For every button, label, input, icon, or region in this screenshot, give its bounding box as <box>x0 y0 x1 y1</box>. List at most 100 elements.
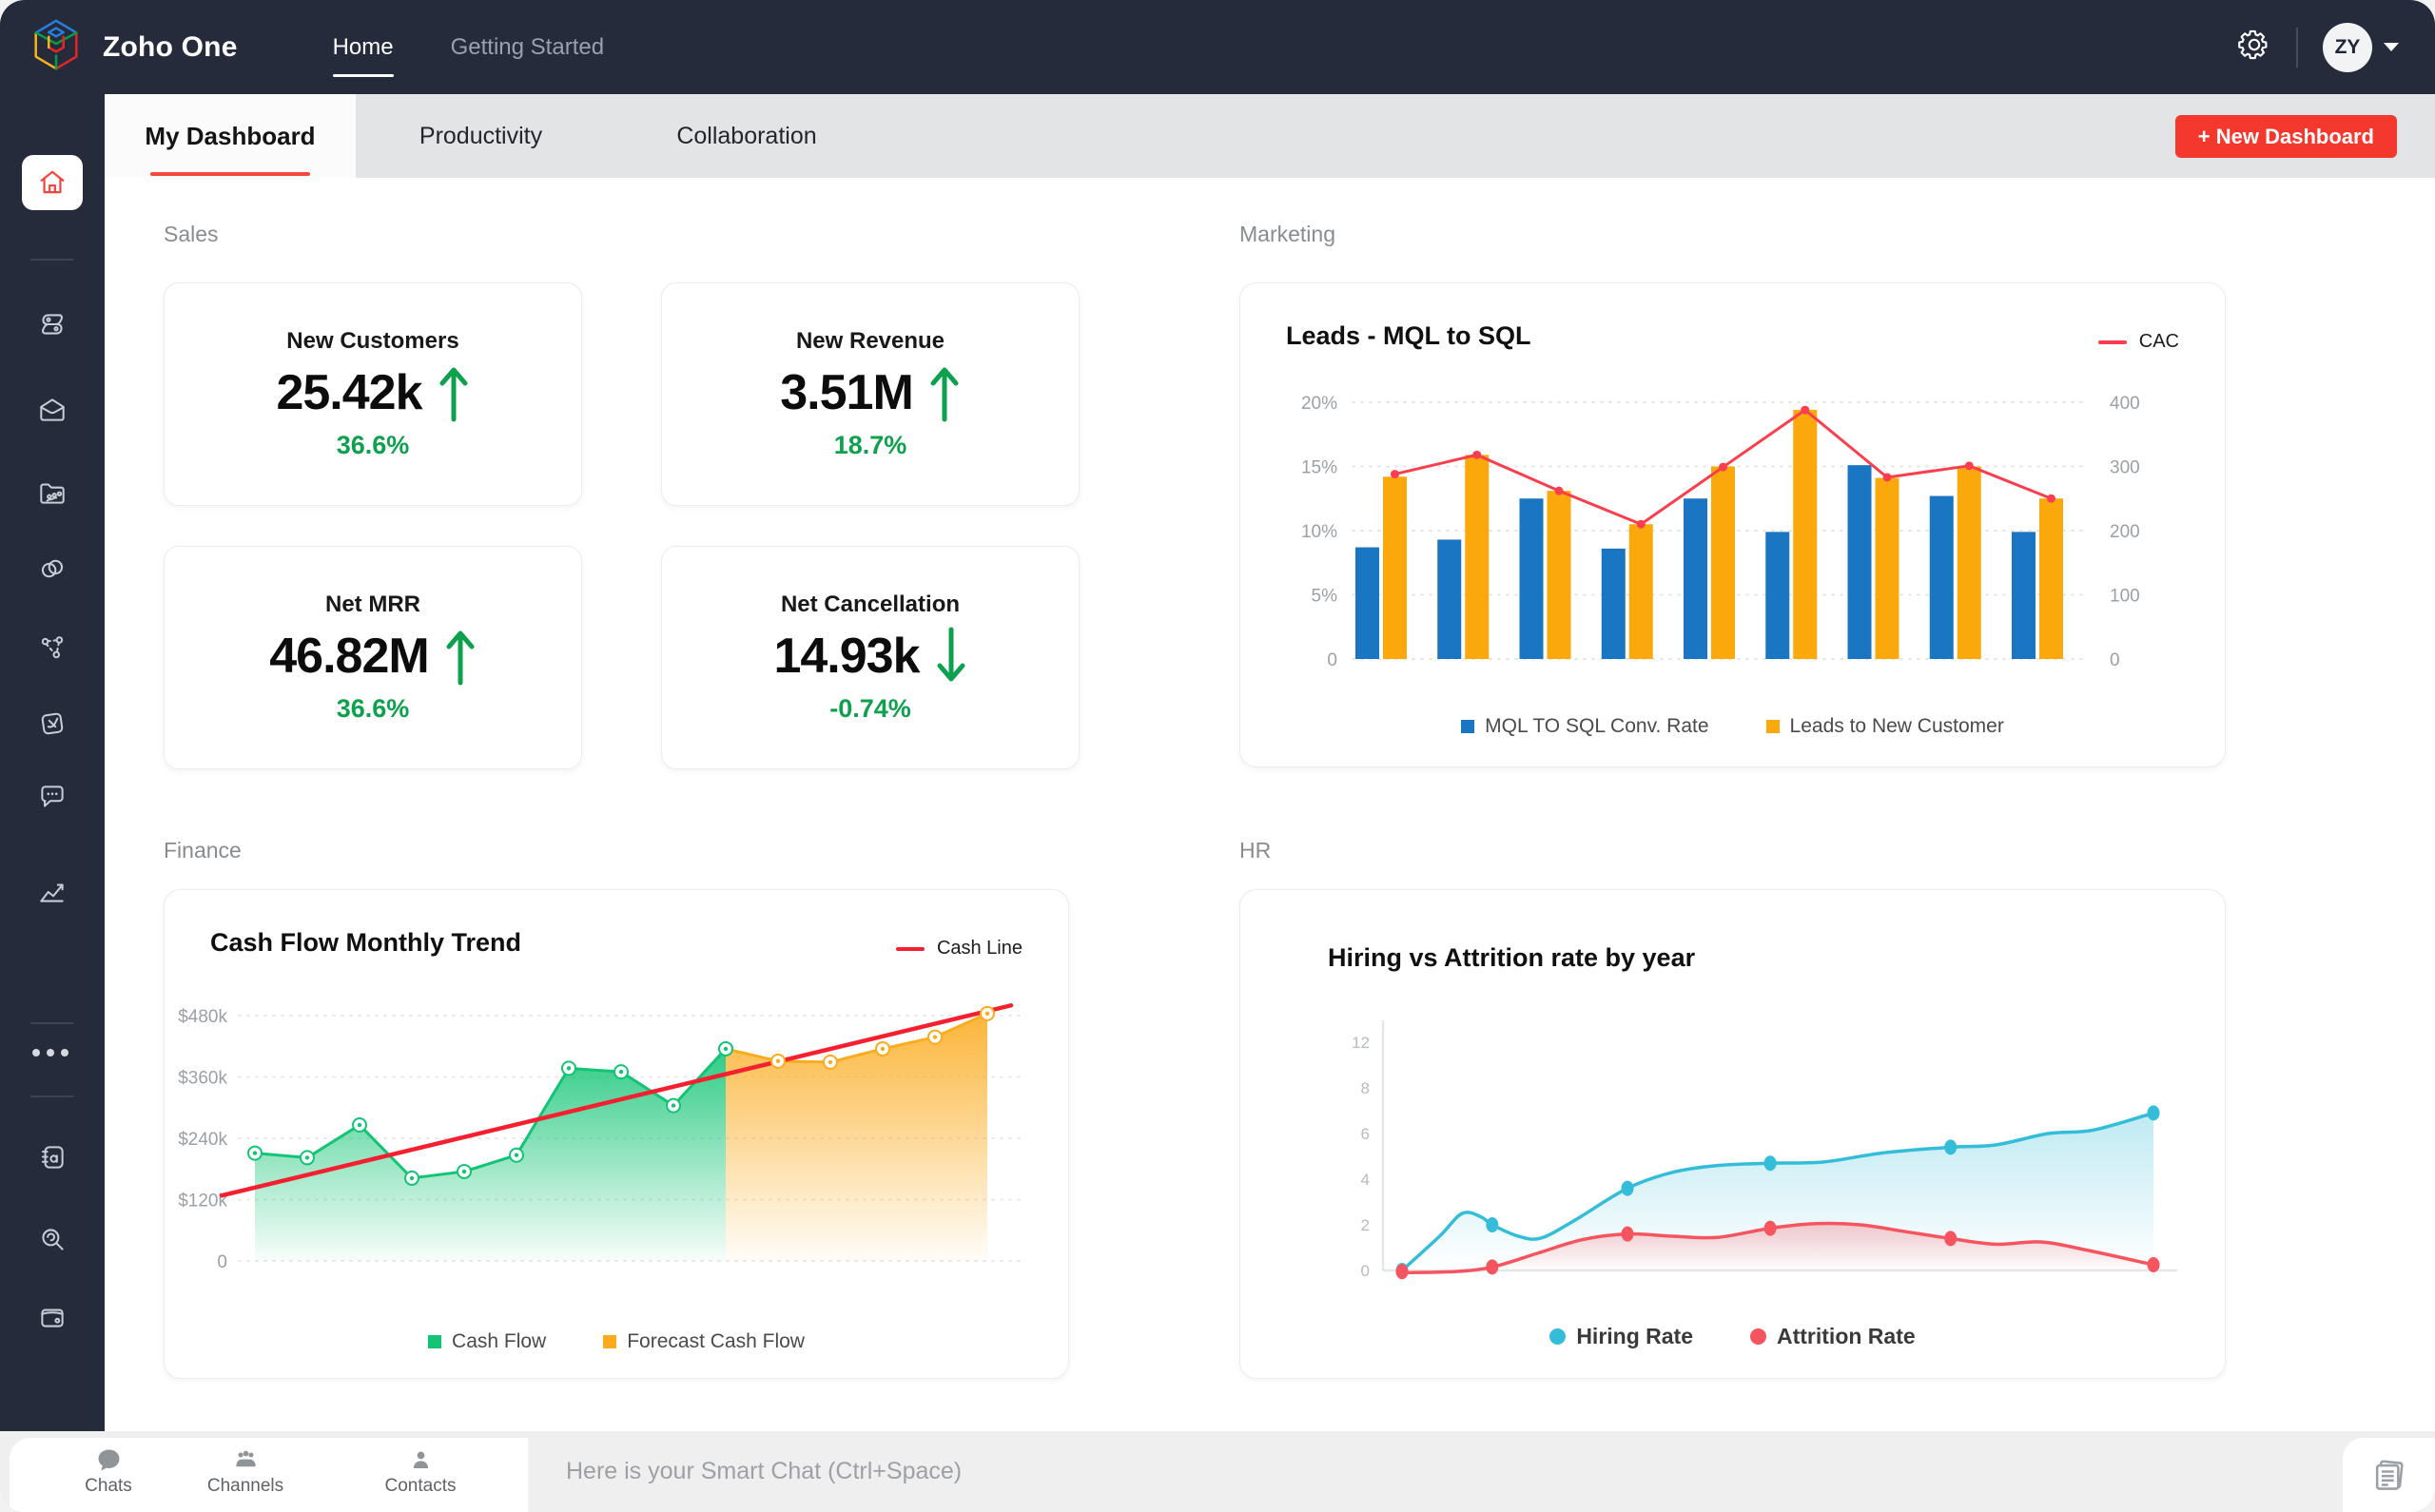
sales-section-label: Sales <box>164 222 219 246</box>
chat-docs-panel[interactable] <box>2343 1438 2435 1512</box>
sidebar-item-expense[interactable] <box>36 1301 68 1333</box>
sidebar-item-home[interactable] <box>22 155 83 210</box>
leads-chart-legend: MQL TO SQL Conv. Rate Leads to New Custo… <box>1240 715 2225 738</box>
chats-icon <box>98 1449 119 1471</box>
kpi-card-new-revenue[interactable]: New Revenue 3.51M 18.7% <box>661 282 1080 506</box>
legend-swatch <box>428 1335 442 1348</box>
hr-chart-card: Hiring vs Attrition rate by year 12 8 6 4 2 0… <box>1239 889 2226 1379</box>
leads-chart-card: Leads - MQL to SQL CAC 20% 400 15% 300 10% 20… <box>1239 282 2226 767</box>
svg-text:300: 300 <box>2110 458 2140 478</box>
sidebar-divider <box>30 1095 74 1097</box>
sign-icon <box>41 712 64 735</box>
kpi-title: Net MRR <box>325 591 420 617</box>
svg-text:$360k: $360k <box>178 1069 227 1089</box>
svg-text:$240k: $240k <box>178 1130 227 1150</box>
tab-my-dashboard[interactable]: My Dashboard <box>105 94 356 178</box>
sidebar-item-sign[interactable] <box>36 708 68 740</box>
rings-icon <box>41 559 64 578</box>
legend-swatch <box>1750 1328 1766 1345</box>
legend-swatch <box>603 1335 617 1348</box>
kpi-value: 25.42k <box>276 365 422 420</box>
sidebar-more-ellipsis-icon[interactable] <box>32 1049 68 1056</box>
svg-text:12: 12 <box>1352 1034 1370 1052</box>
avatar[interactable]: ZY <box>2323 22 2372 72</box>
arrow-up-icon <box>439 367 468 422</box>
sidebar-item-cliq[interactable] <box>36 781 68 813</box>
svg-text:200: 200 <box>2110 522 2140 542</box>
sidebar-item-crm[interactable] <box>36 308 68 340</box>
kpi-change: 18.7% <box>833 431 907 459</box>
app-sidebar <box>0 94 105 1431</box>
finance-section-label: Finance <box>164 838 242 863</box>
tab-productivity[interactable]: Productivity <box>374 94 588 178</box>
sidebar-item-zoho-one[interactable] <box>36 552 68 585</box>
legend-swatch <box>1461 720 1475 733</box>
kpi-change: 36.6% <box>336 431 410 459</box>
cashflow-chart-card: Cash Flow Monthly Trend Cash Line $480k $… <box>164 889 1069 1379</box>
analytics-icon <box>40 883 64 902</box>
app-title: Zoho One <box>103 30 238 63</box>
hr-chart-legend: Hiring Rate Attrition Rate <box>1240 1324 2225 1349</box>
marketing-section-label: Marketing <box>1239 222 1335 246</box>
contacts-button[interactable]: Contacts <box>363 1447 477 1497</box>
network-icon <box>41 636 64 659</box>
svg-text:6: 6 <box>1361 1125 1370 1143</box>
top-navigation: Home Getting Started <box>332 34 604 77</box>
active-tab-underline <box>150 172 310 176</box>
kpi-value: 46.82M <box>269 629 429 684</box>
svg-text:20%: 20% <box>1301 394 1337 414</box>
cash-line-legend: Cash Line <box>895 938 1023 960</box>
nav-home[interactable]: Home <box>332 34 394 77</box>
hr-line-chart: 12 8 6 4 2 0 <box>1352 1020 2177 1280</box>
sidebar-item-mail[interactable] <box>36 394 68 426</box>
arrow-down-icon <box>937 627 965 682</box>
svg-text:4: 4 <box>1361 1171 1370 1189</box>
settings-gear-icon[interactable] <box>2237 28 2271 67</box>
channels-icon <box>235 1450 256 1467</box>
kpi-card-new-customers[interactable]: New Customers 25.42k 36.6% <box>164 282 582 506</box>
svg-text:8: 8 <box>1361 1079 1370 1097</box>
svg-text:10%: 10% <box>1301 522 1337 542</box>
chevron-down-icon <box>2384 43 2399 51</box>
sidebar-item-connect[interactable] <box>36 631 68 664</box>
cac-legend-swatch <box>2097 339 2127 344</box>
svg-text:0: 0 <box>217 1252 227 1272</box>
nav-getting-started[interactable]: Getting Started <box>451 34 604 61</box>
tab-collaboration[interactable]: Collaboration <box>637 94 856 178</box>
svg-text:2: 2 <box>1361 1216 1370 1234</box>
sidebar-divider <box>30 1022 74 1024</box>
topbar: Zoho One Home Getting Started ZY <box>0 0 2435 94</box>
chat-bubble-icon <box>41 785 64 807</box>
hr-section-label: HR <box>1239 838 1272 863</box>
cash-line-legend-swatch <box>895 946 925 951</box>
hr-chart-title: Hiring vs Attrition rate by year <box>1328 943 1696 972</box>
kpi-card-net-mrr[interactable]: Net MRR 46.82M 36.6% <box>164 546 582 769</box>
sidebar-item-notebook[interactable] <box>36 1141 68 1173</box>
smart-chat-input[interactable]: Here is your Smart Chat (Ctrl+Space) <box>566 1431 962 1512</box>
svg-text:0: 0 <box>2110 650 2120 670</box>
user-menu[interactable]: ZY <box>2323 22 2399 72</box>
kpi-title: Net Cancellation <box>780 591 961 617</box>
sidebar-item-analytics[interactable] <box>36 876 68 908</box>
wallet-icon <box>41 1308 64 1328</box>
arrow-up-icon <box>930 367 959 422</box>
contacts-icon <box>413 1451 428 1468</box>
sidebar-item-zia-search[interactable] <box>36 1223 68 1255</box>
svg-text:400: 400 <box>2110 394 2140 414</box>
svg-text:15%: 15% <box>1301 458 1337 478</box>
sidebar-item-workdrive[interactable] <box>36 476 68 509</box>
legend-swatch <box>1549 1328 1567 1345</box>
documents-icon <box>2375 1460 2404 1490</box>
chat-shortcuts-panel: Chats Channels Contacts <box>10 1438 528 1512</box>
brand: Zoho One <box>27 15 238 79</box>
mail-icon <box>40 398 65 421</box>
chats-button[interactable]: Chats <box>51 1447 166 1497</box>
arrow-up-icon <box>446 630 475 686</box>
channels-button[interactable]: Channels <box>188 1447 302 1497</box>
workdrive-folder-icon <box>40 483 65 504</box>
kpi-card-net-cancellation[interactable]: Net Cancellation 14.93k -0.74% <box>661 546 1080 769</box>
kpi-title: New Revenue <box>795 328 945 354</box>
legend-swatch <box>1765 720 1780 733</box>
new-dashboard-button[interactable]: + New Dashboard <box>2174 115 2397 158</box>
topbar-actions: ZY <box>2237 22 2399 72</box>
